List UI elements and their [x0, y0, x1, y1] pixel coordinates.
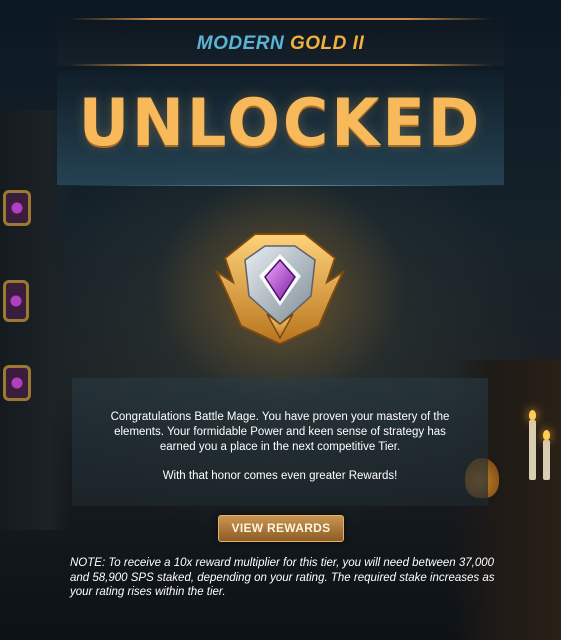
- rewards-message: With that honor comes even greater Rewar…: [162, 470, 398, 482]
- header-top-divider: [68, 18, 493, 20]
- header-bottom-divider: [68, 64, 493, 66]
- unlocked-title: UNLOCKED: [78, 84, 483, 161]
- candle-icon: [529, 410, 536, 480]
- gem-decoration-icon: [3, 365, 31, 401]
- congratulations-message: Congratulations Battle Mage. You have pr…: [110, 411, 450, 453]
- candle-icon: [543, 430, 550, 480]
- hero-divider: [57, 185, 504, 186]
- gold-ii-league-emblem-icon: [214, 233, 346, 346]
- tier-name: GOLD II: [290, 33, 365, 54]
- view-rewards-button[interactable]: VIEW REWARDS: [218, 515, 344, 542]
- tier-prefix: MODERN: [196, 33, 285, 54]
- gem-decoration-icon: [3, 190, 31, 226]
- tier-title: MODERN GOLD II: [0, 33, 561, 55]
- stake-note: NOTE: To receive a 10x reward multiplier…: [70, 557, 495, 598]
- gem-decoration-icon: [3, 280, 29, 322]
